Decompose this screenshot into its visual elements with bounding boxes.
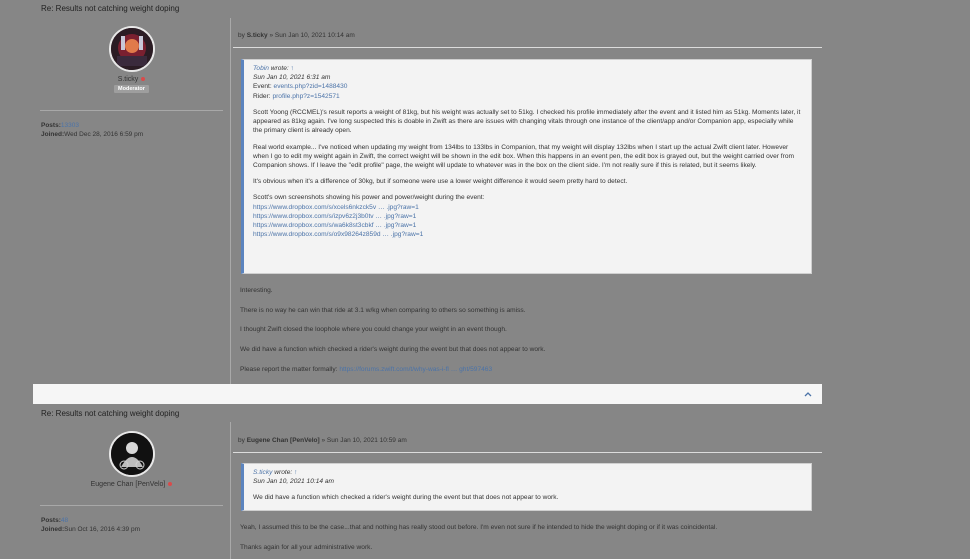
posts-label: Posts: [41, 517, 61, 524]
post-paragraph: Interesting. [240, 287, 273, 294]
post-byline: by Eugene Chan [PenVelo] » Sun Jan 10, 2… [238, 437, 407, 444]
joined-label: Joined: [41, 131, 65, 138]
profile-divider [40, 505, 223, 506]
posts-count-link[interactable]: 48 [61, 517, 68, 524]
report-link[interactable]: https://forums.zwift.com/t/why-was-i-fl … [339, 366, 492, 373]
rider-link[interactable]: profile.php?z=1542571 [272, 93, 339, 100]
event-link[interactable]: events.php?zid=1488430 [274, 83, 348, 90]
event-label: Event: [253, 83, 272, 91]
joined-date: Joined:Sun Oct 16, 2016 4:39 pm [41, 526, 140, 533]
column-divider [230, 422, 231, 559]
author-name[interactable]: Eugene Chan [PenVelo] [33, 481, 230, 488]
screenshot-link[interactable]: https://www.dropbox.com/s/xcels6nkzck5v … [253, 203, 803, 212]
by-prefix: by [238, 437, 245, 444]
quote-paragraph: We did have a function which checked a r… [253, 494, 559, 502]
posts-count-link[interactable]: 13303 [61, 122, 79, 129]
joined-date: Joined:Wed Dec 28, 2016 6:59 pm [41, 131, 143, 138]
posts-count: Posts:13303 [41, 122, 79, 129]
byline-author[interactable]: Eugene Chan [PenVelo] [247, 437, 320, 444]
quote-paragraph: It's obvious when it's a difference of 3… [253, 178, 628, 186]
author-name-text[interactable]: S.ticky [118, 76, 139, 83]
posts-count: Posts:48 [41, 517, 68, 524]
chevron-up-icon[interactable] [804, 390, 812, 398]
quote-wrote: wrote: [270, 65, 289, 72]
post-title: Re: Results not catching weight doping [41, 4, 180, 13]
content-divider [233, 47, 822, 48]
column-divider [230, 18, 231, 384]
quote-source-link[interactable]: ↑ [294, 469, 297, 476]
author-profile: Eugene Chan [PenVelo] [33, 431, 230, 488]
content-divider [233, 452, 822, 453]
post-paragraph: Yeah, I assumed this to be the case...th… [240, 524, 718, 531]
quote-wrote: wrote: [274, 469, 293, 476]
post-byline: by S.ticky » Sun Jan 10, 2021 10:14 am [238, 32, 355, 39]
quote-paragraph: Scott's own screenshots showing his powe… [253, 194, 485, 202]
byline-date[interactable]: » Sun Jan 10, 2021 10:14 am [269, 32, 354, 39]
post-2: Re: Results not catching weight doping E… [0, 404, 970, 559]
profile-divider [40, 110, 223, 111]
screenshot-link[interactable]: https://www.dropbox.com/s/izpv6z2j3b0tv … [253, 212, 803, 221]
online-status-icon [141, 77, 146, 82]
author-name[interactable]: S.ticky [33, 76, 230, 83]
post-title: Re: Results not catching weight doping [41, 409, 180, 418]
quote-author[interactable]: Tobin [253, 65, 269, 72]
posts-label: Posts: [41, 122, 61, 129]
byline-date[interactable]: » Sun Jan 10, 2021 10:59 am [321, 437, 406, 444]
post-paragraph: There is no way he can win that ride at … [240, 307, 526, 314]
byline-author[interactable]: S.ticky [247, 32, 268, 39]
avatar[interactable] [108, 431, 155, 477]
post-1: Re: Results not catching weight doping S… [0, 0, 970, 384]
by-prefix: by [238, 32, 245, 39]
avatar-image-icon [110, 28, 153, 70]
author-profile: S.ticky Moderator [33, 26, 230, 93]
online-status-icon [168, 482, 173, 487]
post-paragraph: I thought Zwift closed the loophole wher… [240, 326, 507, 333]
screenshot-link[interactable]: https://www.dropbox.com/s/wa6k8st3cbkf …… [253, 221, 803, 230]
rank-badge: Moderator [114, 85, 149, 93]
joined-value: Sun Oct 16, 2016 4:39 pm [64, 526, 141, 533]
rider-label: Rider: [253, 92, 271, 100]
screenshot-link[interactable]: https://www.dropbox.com/s/o9x98264z859d … [253, 230, 803, 239]
quote-date: Sun Jan 10, 2021 10:14 am [253, 478, 335, 486]
author-name-text[interactable]: Eugene Chan [PenVelo] [91, 481, 166, 488]
quote-block: Tobin wrote: ↑ Sun Jan 10, 2021 6:31 am … [241, 59, 812, 274]
joined-label: Joined: [41, 526, 65, 533]
avatar-image-icon [110, 433, 153, 475]
quote-block: S.ticky wrote: ↑ Sun Jan 10, 2021 10:14 … [241, 463, 812, 511]
post-paragraph: Thanks again for all your administrative… [240, 544, 373, 551]
report-text: Please report the matter formally: [240, 366, 340, 373]
quote-date: Sun Jan 10, 2021 6:31 am [253, 74, 331, 82]
quote-source-link[interactable]: ↑ [291, 65, 294, 72]
quote-paragraph: Real world example... I've noticed when … [253, 143, 794, 169]
report-paragraph: Please report the matter formally: https… [240, 366, 492, 373]
quote-author[interactable]: S.ticky [253, 469, 272, 476]
avatar[interactable] [108, 26, 155, 72]
post-footer-bar [33, 384, 822, 404]
quote-paragraph: Scott Yoong (RCCMEL)'s result reports a … [253, 108, 801, 135]
joined-value: Wed Dec 28, 2016 6:59 pm [64, 131, 144, 138]
post-paragraph: We did have a function which checked a r… [240, 346, 546, 353]
